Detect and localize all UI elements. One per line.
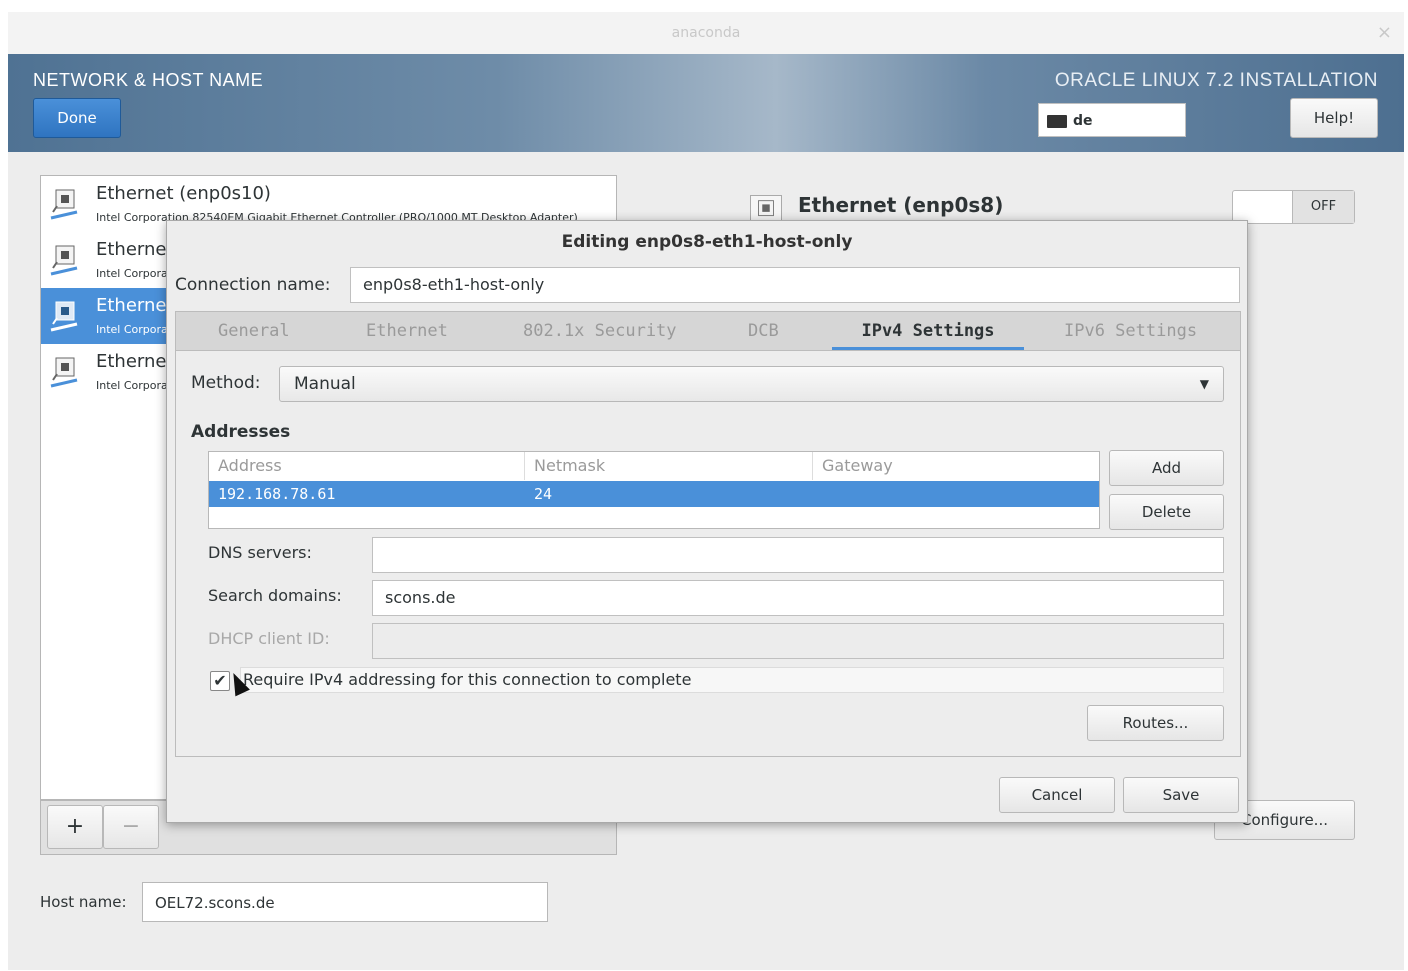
device-name: Ethernet <box>96 351 174 372</box>
keyboard-layout-label: de <box>1073 113 1093 129</box>
add-address-button[interactable]: Add <box>1109 450 1224 486</box>
close-icon[interactable]: × <box>1377 12 1392 54</box>
keyboard-icon <box>1047 114 1067 128</box>
method-value: Manual <box>294 374 356 394</box>
dhcp-client-id-label: DHCP client ID: <box>208 629 330 648</box>
edit-connection-dialog: Editing enp0s8-eth1-host-only Connection… <box>166 220 1248 823</box>
save-button[interactable]: Save <box>1123 777 1239 813</box>
routes-button[interactable]: Routes... <box>1087 705 1224 741</box>
device-name: Ethernet <box>96 295 174 316</box>
cancel-button[interactable]: Cancel <box>999 777 1115 813</box>
toggle-state-label: OFF <box>1292 191 1354 223</box>
keyboard-layout-indicator[interactable]: de <box>1038 103 1186 137</box>
tab-general[interactable]: General <box>218 312 290 350</box>
connection-name-label: Connection name: <box>175 275 331 295</box>
settings-tabbar: General Ethernet 802.1x Security DCB IPv… <box>175 311 1241 351</box>
device-toggle-switch[interactable]: OFF <box>1232 190 1355 224</box>
dns-servers-input[interactable] <box>372 537 1224 573</box>
addresses-table: Address Netmask Gateway 192.168.78.61 24 <box>208 451 1100 529</box>
gateway-cell[interactable] <box>813 481 1099 507</box>
delete-address-button[interactable]: Delete <box>1109 494 1224 530</box>
dialog-title: Editing enp0s8-eth1-host-only <box>561 232 853 252</box>
device-name: Ethernet <box>96 239 174 260</box>
tab-ipv6-settings[interactable]: IPv6 Settings <box>1064 312 1197 350</box>
network-wired-icon <box>50 245 78 276</box>
done-button[interactable]: Done <box>33 98 121 138</box>
dhcp-client-id-input <box>372 623 1224 659</box>
tab-8021x-security[interactable]: 802.1x Security <box>523 312 677 350</box>
hostname-label: Host name: <box>40 893 127 911</box>
require-ipv4-label[interactable]: Require IPv4 addressing for this connect… <box>240 667 1224 693</box>
device-name: Ethernet (enp0s10) <box>96 183 271 204</box>
product-title: ORACLE LINUX 7.2 INSTALLATION <box>1054 70 1378 91</box>
method-dropdown[interactable]: Manual ▼ <box>279 366 1224 402</box>
netmask-cell[interactable]: 24 <box>525 481 813 507</box>
chevron-down-icon: ▼ <box>1199 377 1209 391</box>
checkmark-icon: ✔ <box>213 671 227 690</box>
method-label: Method: <box>191 373 261 393</box>
table-row[interactable]: 192.168.78.61 24 <box>209 481 1099 507</box>
column-header-netmask[interactable]: Netmask <box>525 452 813 480</box>
add-device-button[interactable]: + <box>47 805 103 849</box>
search-domains-input[interactable]: scons.de <box>372 580 1224 616</box>
dns-servers-label: DNS servers: <box>208 543 312 562</box>
column-header-gateway[interactable]: Gateway <box>813 452 1099 480</box>
hostname-input[interactable]: OEL72.scons.de <box>142 882 548 922</box>
addresses-heading: Addresses <box>191 422 291 442</box>
network-wired-icon <box>50 301 78 332</box>
search-domains-label: Search domains: <box>208 586 342 605</box>
spoke-title: NETWORK & HOST NAME <box>33 70 264 90</box>
spoke-header <box>8 54 1404 152</box>
tab-ipv4-settings[interactable]: IPv4 Settings <box>832 312 1024 350</box>
column-header-address[interactable]: Address <box>209 452 525 480</box>
tab-dcb[interactable]: DCB <box>748 312 779 350</box>
network-wired-icon <box>50 189 78 220</box>
network-wired-icon <box>50 357 78 388</box>
connection-name-input[interactable]: enp0s8-eth1-host-only <box>350 267 1240 303</box>
selected-device-name: Ethernet (enp0s8) <box>798 193 1004 217</box>
remove-device-button[interactable]: − <box>103 805 159 849</box>
help-button[interactable]: Help! <box>1290 98 1378 138</box>
window-titlebar: anaconda <box>8 12 1404 54</box>
address-cell[interactable]: 192.168.78.61 <box>209 481 525 507</box>
require-ipv4-checkbox[interactable]: ✔ <box>210 671 230 691</box>
tab-ethernet[interactable]: Ethernet <box>366 312 448 350</box>
